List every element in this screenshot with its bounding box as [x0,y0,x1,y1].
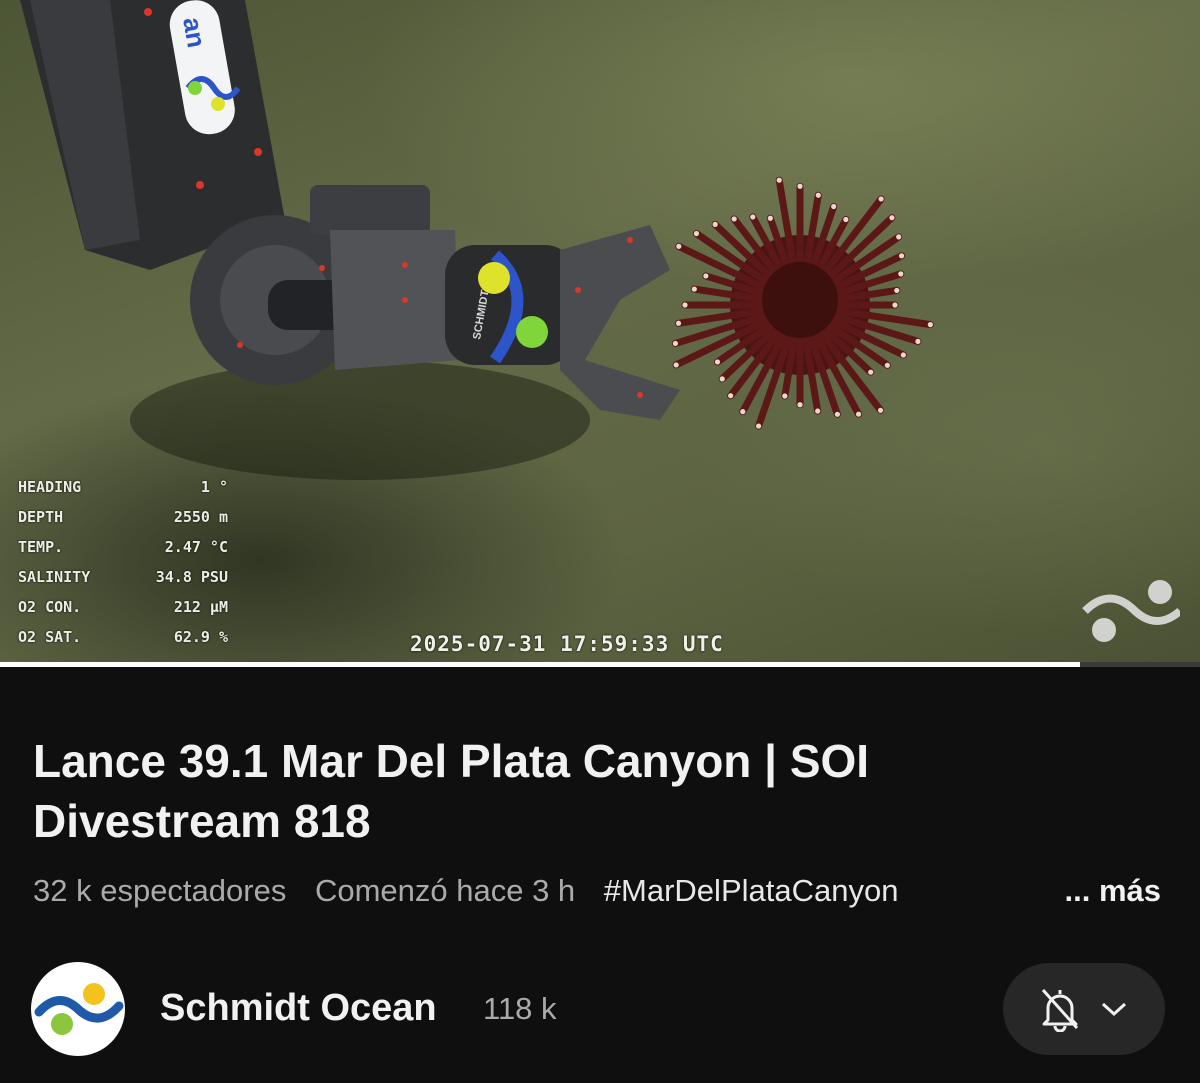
telemetry-row: SALINITY 34.8 PSU [18,568,228,598]
notification-settings-button[interactable] [1003,963,1165,1055]
telemetry-value: 34.8 PSU [155,568,228,586]
telemetry-row: HEADING 1 ° [18,478,228,508]
robot-arm: an SCHMIDT [20,0,680,420]
telemetry-value: 2550 m [173,508,228,526]
telemetry-row: DEPTH 2550 m [18,508,228,538]
channel-name[interactable]: Schmidt Ocean [160,987,437,1030]
telemetry-label: O2 SAT. [18,628,82,646]
telemetry-row: TEMP. 2.47 °C [18,538,228,568]
viewer-count: 32 k espectadores [33,873,287,908]
telemetry-value: 212 µM [173,598,228,616]
video-timestamp: 2025-07-31 17:59:33 UTC [410,632,724,656]
stream-start-time: Comenzó hace 3 h [314,873,576,908]
bell-off-icon [1041,988,1079,1032]
telemetry-overlay: HEADING 1 ° DEPTH 2550 m TEMP. 2.47 °C SALINIT… [18,478,228,658]
video-info-panel: Lance 39.1 Mar Del Plata Canyon | SOI Di… [0,667,1200,1083]
schmidt-ocean-watermark [1082,580,1180,642]
video-title: Lance 39.1 Mar Del Plata Canyon | SOI Di… [33,735,870,847]
chevron-down-icon [1101,1002,1127,1017]
telemetry-value: 2.47 °C [164,538,228,556]
telemetry-value: 1 ° [200,478,228,496]
telemetry-label: DEPTH [18,508,64,526]
telemetry-label: HEADING [18,478,82,496]
video-metadata[interactable]: 32 k espectadores Comenzó hace 3 h #MarD… [33,873,1173,909]
hashtag-link[interactable]: #MarDelPlataCanyon [604,873,899,908]
more-button[interactable]: ... más [1065,873,1162,909]
schmidt-ocean-logo-icon [34,983,124,1035]
svg-text:an: an [177,15,212,50]
video-player[interactable]: an SCHMIDT HEADING 1 ° DEPTH 2550 m TEMP… [0,0,1200,667]
telemetry-row: O2 CON. 212 µM [18,598,228,628]
sea-anemone [671,176,934,430]
telemetry-label: O2 CON. [18,598,82,616]
subscriber-count: 118 k [483,991,557,1026]
telemetry-label: TEMP. [18,538,64,556]
telemetry-row: O2 SAT. 62.9 % [18,628,228,658]
telemetry-label: SALINITY [18,568,91,586]
telemetry-value: 62.9 % [173,628,228,646]
channel-avatar[interactable] [31,962,125,1056]
